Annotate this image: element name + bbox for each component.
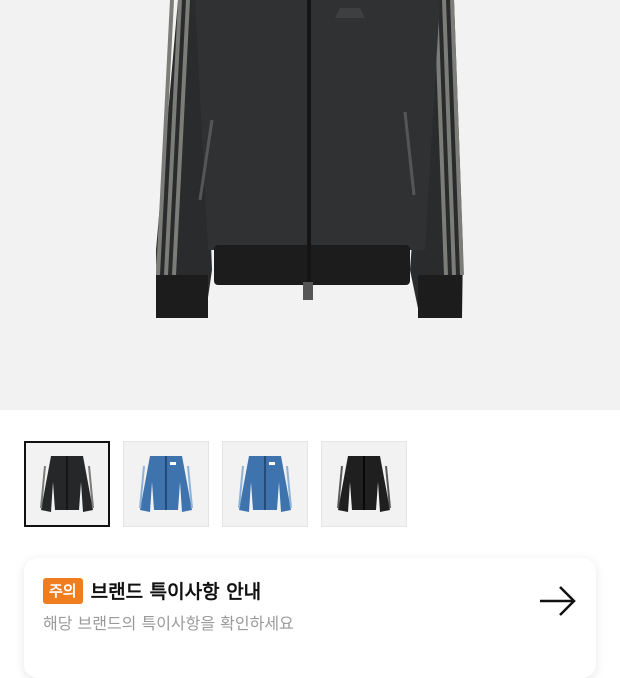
notice-title: 브랜드 특이사항 안내 <box>90 581 262 603</box>
thumbnail-2[interactable] <box>123 441 209 527</box>
thumbnail-3[interactable] <box>222 441 308 527</box>
notice-subtitle: 해당 브랜드의 특이사항을 확인하세요 <box>43 614 294 633</box>
product-main-image[interactable] <box>0 0 620 410</box>
thumbnail-4[interactable] <box>321 441 407 527</box>
thumbnail-1[interactable] <box>24 441 110 527</box>
notice-title-row: 주의 브랜드 특이사항 안내 <box>43 577 261 604</box>
blue-jacket-thumbnail <box>238 456 292 512</box>
blue-jacket-thumbnail <box>139 456 193 512</box>
track-jacket-image <box>156 0 464 318</box>
thumbnail-strip <box>24 441 407 527</box>
black-jacket-thumbnail <box>337 456 391 512</box>
black-denim-jacket-thumbnail <box>40 456 94 512</box>
brand-notice-card[interactable]: 주의 브랜드 특이사항 안내 해당 브랜드의 특이사항을 확인하세요 <box>24 558 596 678</box>
arrow-right-icon[interactable] <box>538 584 578 622</box>
caution-badge: 주의 <box>43 577 83 604</box>
